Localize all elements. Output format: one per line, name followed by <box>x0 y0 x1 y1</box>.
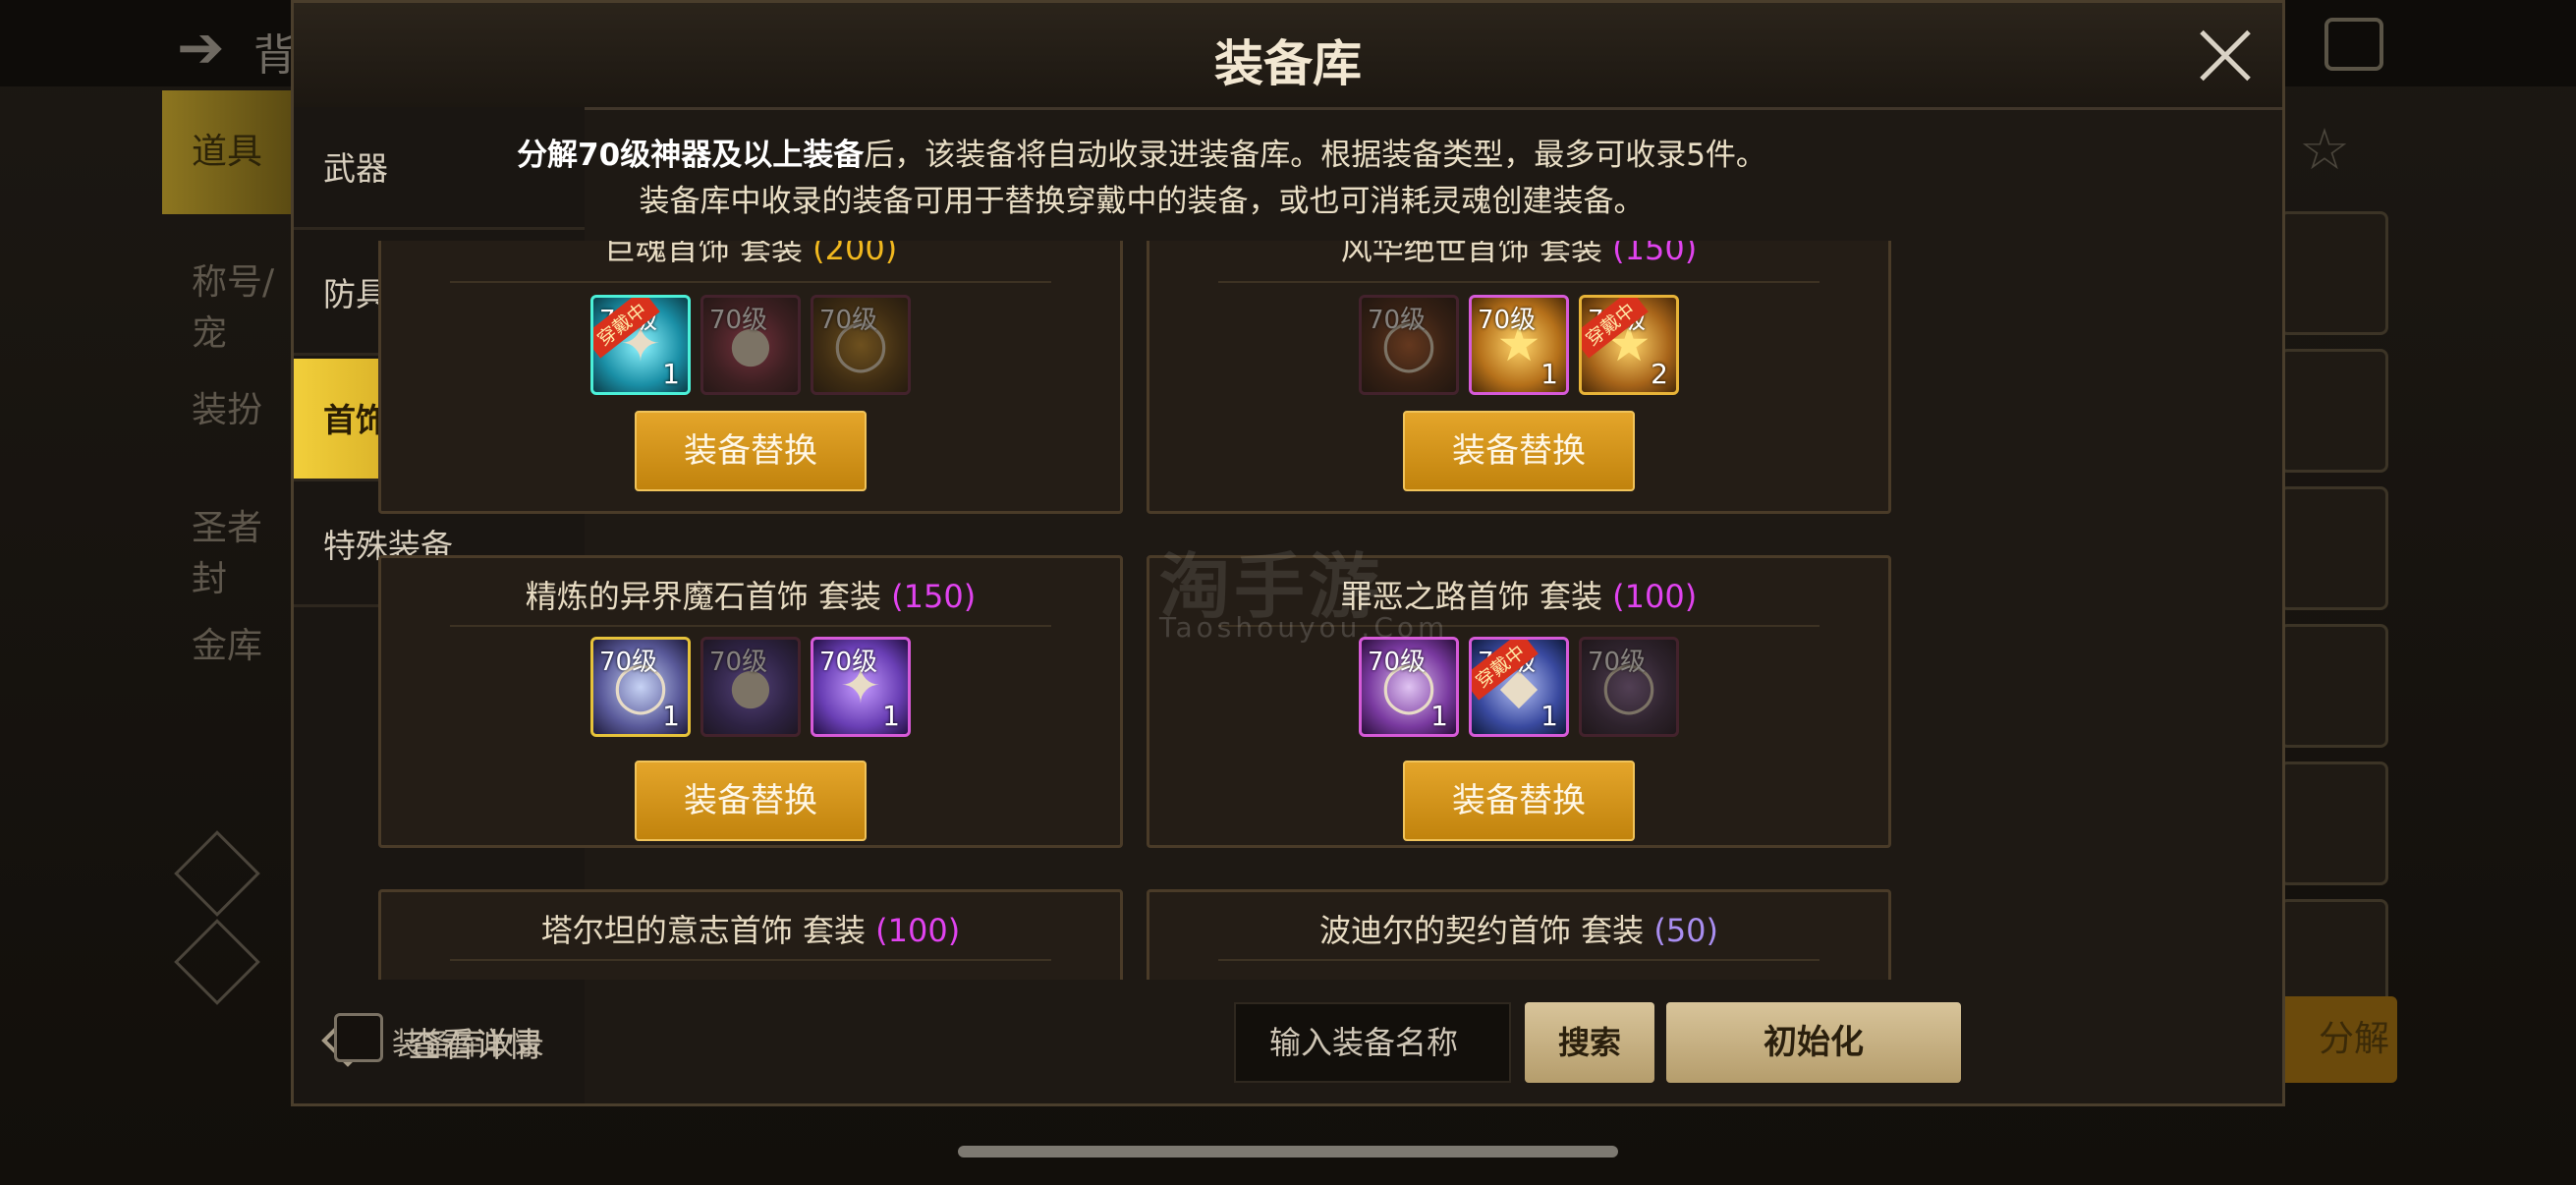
background-tabs: 道具 称号/宠 装扮 圣者封 金库 <box>162 86 295 1069</box>
notice-line-2: 装备库中收录的装备可用于替换穿戴中的装备，或也可消耗灵魂创建装备。 <box>639 184 1645 219</box>
item-level: 70级 <box>819 648 878 677</box>
swap-equipment-button[interactable]: 装备替换 <box>635 761 867 841</box>
divider <box>450 625 1051 627</box>
item-quantity: 1 <box>882 700 900 732</box>
background-tab: 圣者封 <box>192 508 263 599</box>
set-items: ◯ 70级 1 ◆ 70级 穿戴中 1 ◯ 70级 <box>1149 637 1888 741</box>
view-details-label[interactable]: 查看详情 <box>408 1018 541 1066</box>
notice-line-1: 分解70级神器及以上装备后，该装备将自动收录进装备库。根据装备类型，最多可收录5… <box>295 133 1988 179</box>
background-tab-items: 道具 <box>162 90 295 214</box>
swap-equipment-button[interactable]: 装备替换 <box>635 411 867 491</box>
set-count: (100) <box>1612 578 1698 615</box>
divider <box>450 959 1051 961</box>
set-title: 精炼的异界魔石首饰 套装 (150) <box>381 572 1120 629</box>
set-name: 巨魂首饰 套装 <box>603 241 813 267</box>
set-count: (100) <box>875 912 961 949</box>
notice-emphasis: 分解70级神器及以上装备 <box>517 138 865 173</box>
set-count: (150) <box>891 578 977 615</box>
equipment-slot[interactable]: ★ 70级 穿戴中 2 <box>1579 295 1679 395</box>
close-icon[interactable] <box>2196 27 2255 85</box>
divider <box>450 281 1051 283</box>
item-level: 70级 <box>1588 648 1647 677</box>
equipment-slot[interactable]: ✦ 70级 1 <box>811 637 911 737</box>
set-title: 塔尔坦的意志首饰 套装 (100) <box>381 906 1120 963</box>
background-filter-icon <box>174 830 260 917</box>
notification-icon <box>2324 18 2383 71</box>
set-count: (200) <box>812 241 898 267</box>
equipment-slot[interactable]: ● 70级 <box>700 295 801 395</box>
item-quantity: 1 <box>1430 700 1448 732</box>
dialog-title: 装备库 <box>1214 35 1362 92</box>
set-items: ◯ 70级 1 ● 70级 ✦ 70级 1 <box>381 637 1120 741</box>
background-slot <box>2279 624 2388 748</box>
background-tab: 金库 <box>192 626 263 666</box>
set-card: 精炼的异界魔石首饰 套装 (150) ◯ 70级 1 ● 70级 ✦ 70级 1… <box>378 555 1123 848</box>
back-arrow-icon: ➔ <box>177 14 225 81</box>
set-items: ✦ 70级 穿戴中 1 ● 70级 ◯ 70级 <box>381 295 1120 399</box>
set-card: 波迪尔的契约首饰 套装 (50) <box>1147 889 1891 980</box>
equipment-slot[interactable]: ● 70级 <box>700 637 801 737</box>
item-quantity: 1 <box>662 700 680 732</box>
notice-line-1-rest: 后，该装备将自动收录进装备库。根据装备类型，最多可收录5件。 <box>864 138 1766 173</box>
search-button[interactable]: 搜索 <box>1525 1002 1654 1083</box>
background-slot <box>2279 211 2388 335</box>
background-tab: 称号/宠 <box>192 262 275 354</box>
equipment-slot[interactable]: ◯ 70级 <box>811 295 911 395</box>
item-level: 70级 <box>599 648 658 677</box>
item-quantity: 1 <box>1540 358 1558 390</box>
item-level: 70级 <box>709 306 768 335</box>
reset-button[interactable]: 初始化 <box>1666 1002 1961 1083</box>
swap-equipment-button[interactable]: 装备替换 <box>1403 411 1635 491</box>
equipment-slot[interactable]: ◆ 70级 穿戴中 1 <box>1469 637 1569 737</box>
set-card: 风华绝世首饰 套装 (150) ◯ 70级 ★ 70级 1 ★ 70级 穿戴中 … <box>1147 241 1891 514</box>
background-slot <box>2279 762 2388 885</box>
item-level: 70级 <box>1478 306 1537 335</box>
set-card: 塔尔坦的意志首饰 套装 (100) <box>378 889 1123 980</box>
equipment-slot[interactable]: ✦ 70级 穿戴中 1 <box>590 295 691 395</box>
home-indicator[interactable] <box>958 1146 1618 1157</box>
favorite-star-icon: ☆ <box>2299 116 2350 183</box>
vault-notice: 分解70级神器及以上装备后，该装备将自动收录进装备库。根据装备类型，最多可收录5… <box>295 133 1988 225</box>
set-title: 风华绝世首饰 套装 (150) <box>1149 241 1888 281</box>
item-quantity: 2 <box>1651 358 1668 390</box>
background-slot <box>2279 349 2388 473</box>
item-level: 70级 <box>1368 306 1427 335</box>
background-filter-icon <box>174 919 260 1005</box>
equipment-slot[interactable]: ◯ 70级 1 <box>1359 637 1459 737</box>
item-quantity: 1 <box>1540 700 1558 732</box>
dialog-header: 装备库 <box>294 3 2282 110</box>
set-title: 巨魂首饰 套装 (200) <box>381 241 1120 281</box>
item-level: 70级 <box>819 306 878 335</box>
equipment-slot[interactable]: ◯ 70级 <box>1359 295 1459 395</box>
set-name: 塔尔坦的意志首饰 套装 <box>540 912 876 949</box>
set-count: (50) <box>1653 912 1719 949</box>
swap-equipment-button[interactable]: 装备替换 <box>1403 761 1635 841</box>
equipment-slot[interactable]: ◯ 70级 <box>1579 637 1679 737</box>
divider <box>1218 959 1820 961</box>
watermark-url: Taoshouyou.Com <box>1159 611 1449 644</box>
equipment-slot[interactable]: ◯ 70级 1 <box>590 637 691 737</box>
set-items: ◯ 70级 ★ 70级 1 ★ 70级 穿戴中 2 <box>1149 295 1888 399</box>
set-name: 精炼的异界魔石首饰 套装 <box>525 578 892 615</box>
set-name: 风华绝世首饰 套装 <box>1340 241 1613 267</box>
background-decompose-button: 分解 <box>2279 996 2397 1083</box>
item-level: 70级 <box>709 648 768 677</box>
background-slot <box>2279 486 2388 610</box>
set-list[interactable]: 巨魂首饰 套装 (200) ✦ 70级 穿戴中 1 ● 70级 ◯ 70级 装备… <box>378 241 1911 980</box>
set-card: 巨魂首饰 套装 (200) ✦ 70级 穿戴中 1 ● 70级 ◯ 70级 装备… <box>378 241 1123 514</box>
item-quantity: 1 <box>662 358 680 390</box>
set-count: (150) <box>1612 241 1698 267</box>
item-level: 70级 <box>1368 648 1427 677</box>
equipment-slot[interactable]: ★ 70级 1 <box>1469 295 1569 395</box>
view-details-checkbox[interactable] <box>334 1013 383 1062</box>
set-title: 波迪尔的契约首饰 套装 (50) <box>1149 906 1888 963</box>
equipment-search-input[interactable] <box>1234 1002 1511 1083</box>
set-name: 波迪尔的契约首饰 套装 <box>1318 912 1654 949</box>
background-tab: 装扮 <box>192 390 263 430</box>
divider <box>1218 281 1820 283</box>
